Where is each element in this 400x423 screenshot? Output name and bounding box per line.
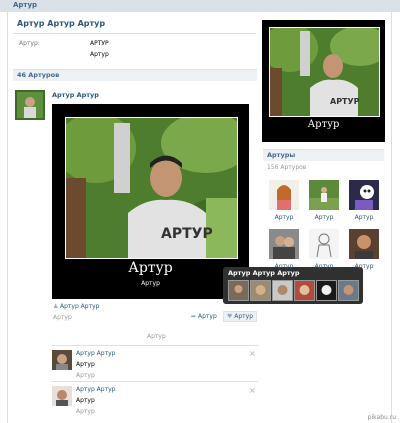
demotivator-caption: Артур	[141, 280, 160, 287]
like-label: Артур	[234, 313, 254, 320]
share-button[interactable]: Артур	[198, 313, 217, 320]
friend-name[interactable]: Артур	[349, 214, 379, 221]
top-bar: Артур	[0, 0, 400, 12]
comment-meta: Артур	[76, 408, 95, 415]
friend-photo[interactable]	[349, 180, 379, 210]
comment-text: Артур	[76, 397, 95, 404]
right-rail	[391, 12, 392, 423]
divider	[13, 33, 256, 34]
close-icon[interactable]: ×	[249, 386, 256, 395]
sidebar-avatar-name: Артур	[307, 119, 340, 130]
comment-author[interactable]: Артур Артур	[76, 386, 115, 393]
friend-name[interactable]: Артур	[309, 214, 339, 221]
photo-sub: Артур	[53, 314, 72, 321]
person-icon: ♟	[53, 303, 59, 310]
comment-text: Артур	[76, 361, 95, 368]
demotivator-photo[interactable]: АРТУР Артур Артур	[52, 104, 249, 299]
like-tooltip: Артур Артур Артур	[223, 267, 363, 304]
sidebar-section-header: Артуры	[263, 149, 384, 161]
comment-meta: Артур	[76, 372, 95, 379]
section-header-friends: 46 Артуров	[13, 69, 257, 81]
friend-photo[interactable]	[309, 229, 339, 259]
friend-photo[interactable]	[269, 180, 299, 210]
sidebar-avatar[interactable]: АРТУР Артур	[262, 20, 385, 142]
divider	[52, 381, 258, 382]
friend-name[interactable]: Артур	[269, 214, 299, 221]
liker-avatar[interactable]	[316, 280, 337, 301]
liker-avatar[interactable]	[250, 280, 271, 301]
comment-author[interactable]: Артур Артур	[76, 350, 115, 357]
sidebar-count[interactable]: 156 Артуров	[267, 164, 306, 171]
share-icon: ➦	[191, 313, 197, 320]
photo-caption[interactable]: Артур Артур	[60, 303, 99, 310]
friend-name[interactable]: Артур	[309, 263, 339, 270]
liker-avatar[interactable]	[294, 280, 315, 301]
avatar[interactable]	[15, 90, 45, 120]
friend-name[interactable]: Артур	[269, 263, 299, 270]
demotivator-title: Артур	[128, 260, 173, 276]
info-value: АРТУР	[90, 40, 109, 47]
friend-photo[interactable]	[309, 180, 339, 210]
comment-avatar[interactable]	[52, 386, 72, 406]
post-author[interactable]: Артур Артур	[52, 91, 99, 99]
divider	[52, 345, 258, 346]
comment-avatar[interactable]	[52, 350, 72, 370]
friend-name[interactable]: Артур	[349, 263, 379, 270]
friend-photo[interactable]	[269, 229, 299, 259]
sidebar-section-title[interactable]: Артуры	[267, 151, 295, 159]
svg-text:АРТУР: АРТУР	[330, 97, 360, 106]
liker-avatar[interactable]	[272, 280, 293, 301]
comments-divider-text: Артур	[147, 333, 166, 340]
watermark: pikabu.ru	[367, 414, 396, 421]
profile-name: Артур Артур Артур	[17, 19, 106, 28]
close-icon[interactable]: ×	[249, 349, 256, 358]
left-rail	[7, 12, 8, 423]
svg-text:АРТУР: АРТУР	[161, 226, 213, 242]
liker-avatar[interactable]	[228, 280, 249, 301]
liker-avatar[interactable]	[338, 280, 359, 301]
info-label: Артур:	[19, 40, 40, 47]
like-button[interactable]: ♥ Артур	[223, 311, 257, 322]
info-value: Артур	[90, 51, 109, 58]
photo-image: АРТУР	[65, 117, 238, 259]
heart-icon: ♥	[226, 313, 233, 320]
friend-photo[interactable]	[349, 229, 379, 259]
page-title[interactable]: Артур	[13, 1, 37, 9]
tooltip-title: Артур Артур Артур	[228, 269, 300, 277]
sidebar-photo: АРТУР	[269, 27, 380, 117]
section-title[interactable]: 46 Артуров	[17, 71, 59, 79]
